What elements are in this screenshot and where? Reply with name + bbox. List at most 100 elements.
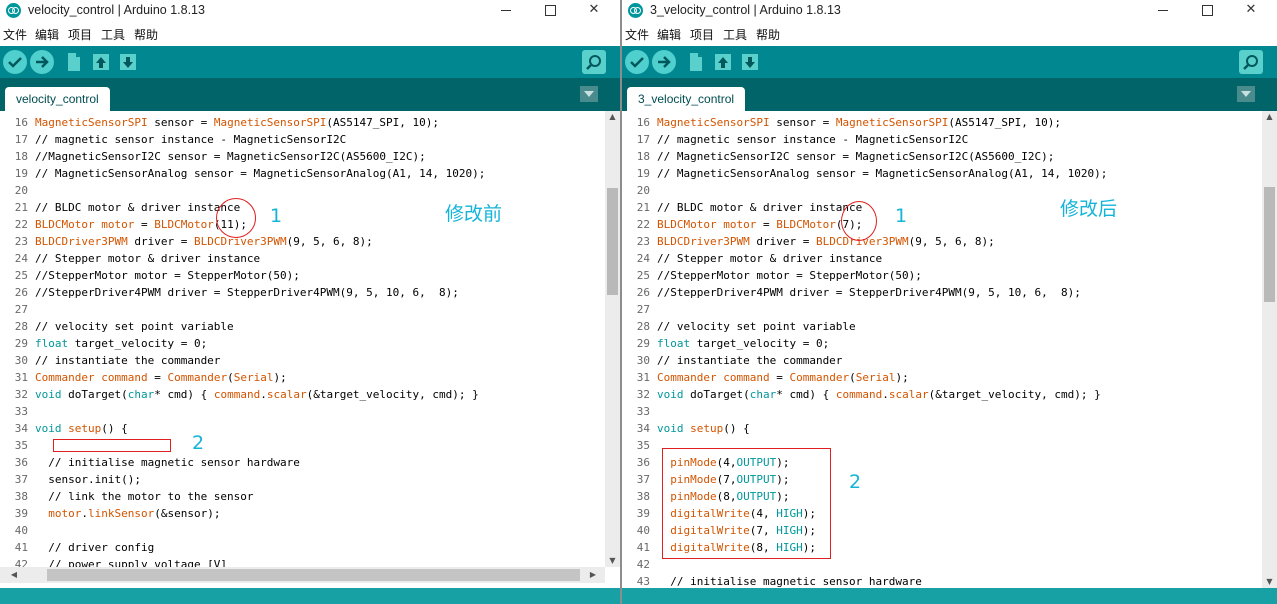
code-line[interactable]: 35: [0, 437, 35, 454]
code-line[interactable]: 20: [622, 182, 657, 199]
upload-button[interactable]: [652, 50, 676, 74]
serial-monitor-button[interactable]: [1239, 50, 1263, 74]
close-button[interactable]: ✕: [572, 0, 616, 22]
new-sketch-button[interactable]: [684, 50, 708, 74]
open-sketch-button[interactable]: [711, 50, 735, 74]
code-line[interactable]: 39 motor.linkSensor(&sensor);: [0, 505, 221, 522]
code-line[interactable]: 20: [0, 182, 35, 199]
code-line[interactable]: 34 void setup() {: [622, 420, 750, 437]
menu-help[interactable]: 帮助: [134, 26, 158, 43]
code-line[interactable]: 32 void doTarget(char* cmd) { command.sca…: [622, 386, 1101, 403]
code-line[interactable]: 26 //StepperDriver4PWM driver = StepperDr…: [0, 284, 459, 301]
menu-file[interactable]: 文件: [625, 26, 649, 43]
code-line[interactable]: 24 // Stepper motor & driver instance: [622, 250, 882, 267]
code-line[interactable]: 41 // driver config: [0, 539, 154, 556]
code-line[interactable]: 43 // initialise magnetic sensor hardwar…: [622, 573, 922, 588]
code-line[interactable]: 19 // MagneticSensorAnalog sensor = Magne…: [622, 165, 1108, 182]
code-line[interactable]: 23 BLDCDriver3PWM driver = BLDCDriver3PWM…: [0, 233, 373, 250]
code-line[interactable]: 33: [0, 403, 35, 420]
code-line[interactable]: 18 // MagneticSensorI2C sensor = Magnetic…: [622, 148, 1055, 165]
code-line[interactable]: 27: [622, 301, 657, 318]
vertical-scrollbar[interactable]: ▲ ▼: [605, 111, 620, 567]
code-line[interactable]: 24 // Stepper motor & driver instance: [0, 250, 260, 267]
horizontal-scroll-thumb[interactable]: [47, 569, 580, 581]
code-line[interactable]: 30 // instantiate the commander: [0, 352, 221, 369]
code-token: command: [213, 388, 261, 401]
close-button[interactable]: ✕: [1229, 0, 1273, 22]
serial-monitor-button[interactable]: [582, 50, 606, 74]
title-bar[interactable]: 3_velocity_control | Arduino 1.8.13 ✕: [622, 0, 1277, 22]
code-line[interactable]: 16 MagneticSensorSPI sensor = MagneticSen…: [0, 114, 439, 131]
maximize-button[interactable]: [1185, 0, 1229, 22]
verify-button[interactable]: [625, 50, 649, 74]
code-line[interactable]: 28 // velocity set point variable: [622, 318, 856, 335]
code-line[interactable]: 23 BLDCDriver3PWM driver = BLDCDriver3PWM…: [622, 233, 995, 250]
code-token: // initialise magnetic sensor hardware: [657, 575, 922, 588]
code-line[interactable]: 29 float target_velocity = 0;: [0, 335, 207, 352]
tab-menu-button[interactable]: [1237, 86, 1255, 102]
code-line[interactable]: 26 //StepperDriver4PWM driver = StepperDr…: [622, 284, 1081, 301]
code-line[interactable]: 21 // BLDC motor & driver instance: [0, 199, 241, 216]
menu-tools[interactable]: 工具: [723, 26, 747, 43]
upload-button[interactable]: [30, 50, 54, 74]
menu-edit[interactable]: 编辑: [657, 26, 681, 43]
scroll-up-icon[interactable]: ▲: [605, 111, 620, 123]
code-line[interactable]: 30 // instantiate the commander: [622, 352, 843, 369]
tab-velocity-control[interactable]: velocity_control: [5, 87, 110, 111]
code-line[interactable]: 31 Commander command = Commander(Serial);: [0, 369, 287, 386]
menu-file[interactable]: 文件: [3, 26, 27, 43]
code-line[interactable]: 38 // link the motor to the sensor: [0, 488, 254, 505]
scroll-down-icon[interactable]: ▼: [1262, 576, 1277, 588]
code-line[interactable]: 22 BLDCMotor motor = BLDCMotor(11);: [0, 216, 247, 233]
code-line[interactable]: 42 // power supply voltage [V]: [0, 556, 227, 567]
code-editor[interactable]: 16 MagneticSensorSPI sensor = MagneticSen…: [0, 111, 605, 567]
line-number: 30: [14, 354, 28, 367]
code-line[interactable]: 31 Commander command = Commander(Serial);: [622, 369, 909, 386]
code-line[interactable]: 17 // magnetic sensor instance - Magnetic…: [0, 131, 347, 148]
code-line[interactable]: 22 BLDCMotor motor = BLDCMotor(7);: [622, 216, 863, 233]
code-line[interactable]: 16 MagneticSensorSPI sensor = MagneticSen…: [622, 114, 1061, 131]
vertical-scrollbar[interactable]: ▲ ▼: [1262, 111, 1277, 588]
code-line[interactable]: 42: [622, 556, 657, 573]
horizontal-scrollbar[interactable]: ◀ ▶: [0, 567, 605, 583]
menu-edit[interactable]: 编辑: [35, 26, 59, 43]
code-line[interactable]: 36 // initialise magnetic sensor hardwar…: [0, 454, 300, 471]
code-line[interactable]: 35: [622, 437, 657, 454]
new-sketch-button[interactable]: [62, 50, 86, 74]
code-line[interactable]: 25 //StepperMotor motor = StepperMotor(50…: [0, 267, 300, 284]
code-line[interactable]: 25 //StepperMotor motor = StepperMotor(50…: [622, 267, 922, 284]
save-sketch-button[interactable]: [116, 50, 140, 74]
menu-sketch[interactable]: 项目: [690, 26, 714, 43]
code-line[interactable]: 40: [0, 522, 35, 539]
menu-sketch[interactable]: 项目: [68, 26, 92, 43]
code-line[interactable]: 28 // velocity set point variable: [0, 318, 234, 335]
maximize-button[interactable]: [528, 0, 572, 22]
code-line[interactable]: 37 sensor.init();: [0, 471, 141, 488]
minimize-button[interactable]: [484, 0, 528, 22]
tab-menu-button[interactable]: [580, 86, 598, 102]
code-line[interactable]: 21 // BLDC motor & driver instance: [622, 199, 863, 216]
title-bar[interactable]: velocity_control | Arduino 1.8.13 ✕: [0, 0, 620, 22]
minimize-button[interactable]: [1141, 0, 1185, 22]
scroll-left-icon[interactable]: ◀: [8, 569, 20, 581]
code-line[interactable]: 17 // magnetic sensor instance - Magnetic…: [622, 131, 969, 148]
menu-tools[interactable]: 工具: [101, 26, 125, 43]
code-line[interactable]: 29 float target_velocity = 0;: [622, 335, 829, 352]
code-line[interactable]: 34 void setup() {: [0, 420, 128, 437]
tab-3-velocity-control[interactable]: 3_velocity_control: [627, 87, 746, 111]
code-line[interactable]: 33: [622, 403, 657, 420]
menu-help[interactable]: 帮助: [756, 26, 780, 43]
verify-button[interactable]: [3, 50, 27, 74]
save-sketch-button[interactable]: [738, 50, 762, 74]
scroll-right-icon[interactable]: ▶: [587, 569, 599, 581]
checkmark-icon: [630, 57, 644, 68]
code-line[interactable]: 32 void doTarget(char* cmd) { command.sca…: [0, 386, 479, 403]
scroll-thumb[interactable]: [607, 188, 618, 295]
scroll-thumb[interactable]: [1264, 187, 1275, 302]
open-sketch-button[interactable]: [89, 50, 113, 74]
code-line[interactable]: 18 //MagneticSensorI2C sensor = MagneticS…: [0, 148, 426, 165]
code-line[interactable]: 27: [0, 301, 35, 318]
scroll-down-icon[interactable]: ▼: [605, 555, 620, 567]
scroll-up-icon[interactable]: ▲: [1262, 111, 1277, 123]
code-line[interactable]: 19 // MagneticSensorAnalog sensor = Magne…: [0, 165, 486, 182]
